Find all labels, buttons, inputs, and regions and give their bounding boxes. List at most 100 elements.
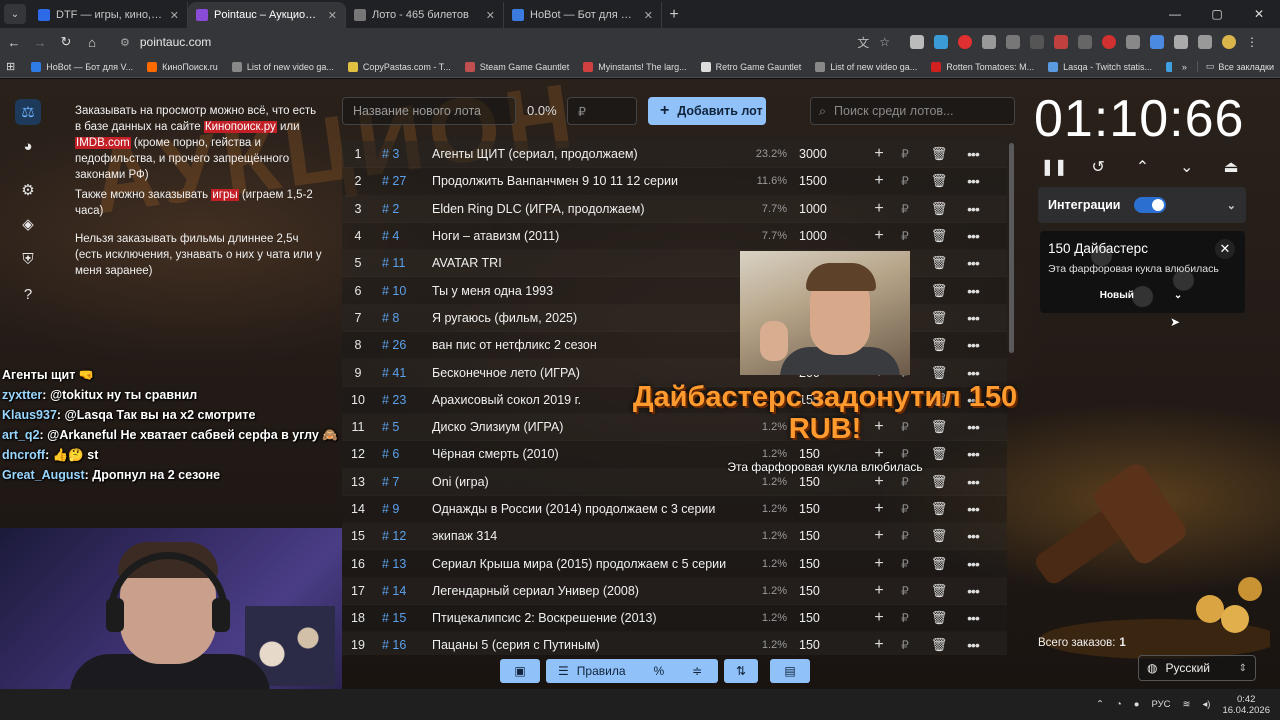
lot-name[interactable]: Elden Ring DLC (ИГРА, продолжаем) bbox=[432, 202, 742, 216]
lot-name[interactable]: Продолжить Ванпанчмен 9 10 11 12 серии bbox=[432, 174, 742, 188]
lot-id-link[interactable]: # 8 bbox=[374, 311, 432, 325]
close-tab-icon[interactable]: ✕ bbox=[328, 9, 337, 22]
bookmark-item[interactable]: Lasqa - Twitch statis... bbox=[1042, 61, 1158, 72]
more-options-icon[interactable]: ••• bbox=[959, 474, 987, 490]
more-options-icon[interactable]: ••• bbox=[959, 201, 987, 217]
lot-amount[interactable]: 3000 bbox=[787, 147, 867, 161]
extension-icon[interactable] bbox=[982, 35, 996, 49]
bookmark-item[interactable]: HoBot — Бот для V... bbox=[25, 61, 139, 72]
lot-id-link[interactable]: # 9 bbox=[374, 502, 432, 516]
new-tab-button[interactable]: + bbox=[662, 2, 686, 28]
lot-name[interactable]: ван пис от нетфликс 2 сезон bbox=[432, 338, 742, 352]
delete-lot-icon[interactable]: 🗑 bbox=[919, 610, 959, 626]
extension-icon[interactable] bbox=[958, 35, 972, 49]
lot-name[interactable]: Птицекалипсис 2: Воскрешение (2013) bbox=[432, 611, 742, 625]
address-bar[interactable]: ⚙ pointauc.com 文 ☆ bbox=[110, 31, 900, 53]
minimize-icon[interactable]: — bbox=[1154, 0, 1196, 28]
shield-check-icon[interactable]: ⛨ bbox=[15, 246, 41, 272]
delete-lot-icon[interactable]: 🗑 bbox=[919, 528, 959, 544]
add-amount-icon[interactable]: + bbox=[867, 500, 891, 518]
add-amount-icon[interactable]: + bbox=[867, 227, 891, 245]
integrations-toggle[interactable] bbox=[1134, 197, 1167, 213]
lot-name[interactable]: Агенты ЩИТ (сериал, продолжаем) bbox=[432, 147, 742, 161]
close-tab-icon[interactable]: ✕ bbox=[170, 9, 179, 22]
help-icon[interactable]: ? bbox=[15, 281, 41, 307]
more-options-icon[interactable]: ••• bbox=[959, 283, 987, 299]
browser-tab[interactable]: Pointauc – Аукционы, лотереи ✕ bbox=[188, 2, 346, 28]
apps-icon[interactable]: ⊞ bbox=[6, 60, 15, 73]
imdb-link[interactable]: IMDB.com bbox=[75, 137, 131, 149]
more-options-icon[interactable]: ••• bbox=[959, 255, 987, 271]
donation-status-select[interactable]: Новый ⌄ bbox=[1048, 285, 1234, 305]
lot-id-link[interactable]: # 16 bbox=[374, 638, 432, 652]
bookmark-item[interactable]: Retro Game Gauntlet bbox=[695, 61, 808, 72]
delete-lot-icon[interactable]: 🗑 bbox=[919, 556, 959, 572]
kinopoisk-link[interactable]: Кинопоиск.ру bbox=[203, 121, 277, 133]
lot-name[interactable]: AVATAR TRI bbox=[432, 256, 742, 270]
lot-id-link[interactable]: # 23 bbox=[374, 393, 432, 407]
delete-lot-icon[interactable]: 🗑 bbox=[919, 255, 959, 271]
layers-icon[interactable]: ◈ bbox=[15, 211, 41, 237]
add-amount-icon[interactable]: + bbox=[867, 555, 891, 573]
lot-name[interactable]: Сериал Крыша мира (2015) продолжаем с 5 … bbox=[432, 557, 742, 571]
add-amount-icon[interactable]: + bbox=[867, 582, 891, 600]
translate-icon[interactable]: 文 bbox=[857, 34, 869, 51]
add-amount-icon[interactable]: + bbox=[867, 636, 891, 654]
lot-name[interactable]: Чёрная смерть (2010) bbox=[432, 447, 742, 461]
reset-icon[interactable]: ↺ bbox=[1084, 157, 1112, 177]
new-lot-amount-input[interactable]: ₽ bbox=[567, 97, 637, 125]
maximize-icon[interactable]: ▢ bbox=[1196, 0, 1238, 28]
delete-lot-icon[interactable]: 🗑 bbox=[919, 365, 959, 381]
close-tab-icon[interactable]: ✕ bbox=[644, 9, 653, 22]
lot-amount[interactable]: 150 bbox=[787, 529, 867, 543]
add-amount-icon[interactable]: + bbox=[867, 609, 891, 627]
lot-id-link[interactable]: # 13 bbox=[374, 557, 432, 571]
lot-id-link[interactable]: # 41 bbox=[374, 366, 432, 380]
extension-icon[interactable] bbox=[1174, 35, 1188, 49]
bookmark-item[interactable]: Myinstants! The larg... bbox=[577, 61, 692, 72]
forward-icon[interactable]: → bbox=[32, 34, 48, 50]
lot-id-link[interactable]: # 2 bbox=[374, 202, 432, 216]
delete-lot-icon[interactable]: 🗑 bbox=[919, 201, 959, 217]
more-options-icon[interactable]: ••• bbox=[959, 337, 987, 353]
new-lot-name-input[interactable]: Название нового лота bbox=[342, 97, 516, 125]
more-options-icon[interactable]: ••• bbox=[959, 528, 987, 544]
wifi-icon[interactable]: ≋ bbox=[1183, 699, 1191, 710]
close-tab-icon[interactable]: ✕ bbox=[486, 9, 495, 22]
lot-id-link[interactable]: # 5 bbox=[374, 420, 432, 434]
delete-lot-icon[interactable]: 🗑 bbox=[919, 637, 959, 653]
increase-time-icon[interactable]: ⌃ bbox=[1129, 157, 1157, 177]
add-amount-icon[interactable]: + bbox=[867, 172, 891, 190]
reload-icon[interactable]: ↻ bbox=[58, 34, 74, 50]
lot-amount[interactable]: 150 bbox=[787, 611, 867, 625]
split-icon[interactable]: ≑ bbox=[692, 664, 702, 678]
chevron-down-icon[interactable]: ⌄ bbox=[1227, 199, 1236, 212]
bookmark-item[interactable]: Rotten Tomatoes: M... bbox=[925, 61, 1040, 72]
browser-tab[interactable]: DTF — игры, кино, сериалы, р ✕ bbox=[30, 2, 188, 28]
more-options-icon[interactable]: ••• bbox=[959, 501, 987, 517]
more-options-icon[interactable]: ••• bbox=[959, 583, 987, 599]
decrease-time-icon[interactable]: ⌄ bbox=[1173, 157, 1201, 177]
extension-icon[interactable] bbox=[1006, 35, 1020, 49]
more-options-icon[interactable]: ••• bbox=[959, 228, 987, 244]
tray-overflow-icon[interactable]: ⌃ bbox=[1096, 699, 1104, 710]
lots-scrollbar[interactable] bbox=[1009, 143, 1014, 353]
lot-id-link[interactable]: # 26 bbox=[374, 338, 432, 352]
lot-id-link[interactable]: # 11 bbox=[374, 256, 432, 270]
save-icon[interactable]: ▣ bbox=[500, 659, 540, 683]
more-options-icon[interactable]: ••• bbox=[959, 446, 987, 462]
eject-icon[interactable]: ⏏ bbox=[1217, 157, 1245, 177]
lot-amount[interactable]: 1000 bbox=[787, 229, 867, 243]
extension-icon[interactable] bbox=[1030, 35, 1044, 49]
more-options-icon[interactable]: ••• bbox=[959, 146, 987, 162]
menu-icon[interactable]: ⋮ bbox=[1246, 35, 1258, 49]
input-language[interactable]: РУС bbox=[1152, 699, 1171, 710]
taskbar-clock[interactable]: 0:42 16.04.2026 bbox=[1222, 694, 1270, 716]
lot-amount[interactable]: 150 bbox=[787, 557, 867, 571]
lot-amount[interactable]: 150 bbox=[787, 638, 867, 652]
extension-icon[interactable] bbox=[910, 35, 924, 49]
delete-lot-icon[interactable]: 🗑 bbox=[919, 146, 959, 162]
language-select[interactable]: ◍ Русский ⇕ bbox=[1138, 655, 1256, 681]
site-info-icon[interactable]: ⚙ bbox=[120, 36, 130, 49]
delete-lot-icon[interactable]: 🗑 bbox=[919, 337, 959, 353]
